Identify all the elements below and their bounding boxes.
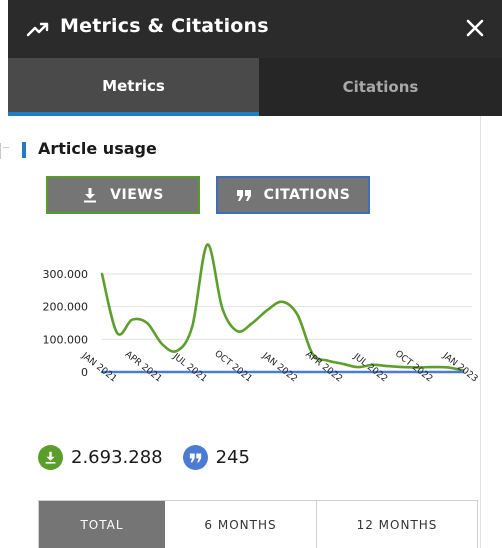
tab-citations[interactable]: Citations xyxy=(259,58,502,116)
citations-total-icon xyxy=(182,444,208,470)
tab-bar: Metrics Citations xyxy=(8,58,502,116)
quote-icon xyxy=(189,452,201,462)
views-toggle-button[interactable]: VIEWS xyxy=(46,176,200,214)
quote-icon xyxy=(236,190,251,201)
range-total-button[interactable]: TOTAL xyxy=(39,501,165,548)
y-tick-label: 0 xyxy=(81,366,88,379)
x-tick-label: JUL 2021 xyxy=(170,351,208,384)
time-range-selector: TOTAL 6 MONTHS 12 MONTHS xyxy=(38,500,478,548)
panel-title: Metrics & Citations xyxy=(60,15,269,37)
views-total-value: 2.693.288 xyxy=(71,446,163,468)
section-accent-bar xyxy=(22,142,26,158)
tab-metrics[interactable]: Metrics xyxy=(8,58,259,116)
views-series-line xyxy=(100,243,465,372)
panel-header: Metrics & Citations xyxy=(8,0,502,58)
y-tick-label: 300.000 xyxy=(43,268,89,281)
range-12-months-button[interactable]: 12 MONTHS xyxy=(317,501,477,548)
x-tick-label: APR 2021 xyxy=(123,350,164,385)
views-total-icon xyxy=(38,444,63,470)
panel-right-border xyxy=(480,116,481,548)
range-6-months-button[interactable]: 6 MONTHS xyxy=(165,501,317,548)
panel-edge-handle xyxy=(0,143,9,159)
y-tick-label: 200.000 xyxy=(43,301,89,314)
usage-summary: 2.693.288 245 xyxy=(38,444,250,470)
section-title: Article usage xyxy=(38,139,157,158)
download-icon xyxy=(45,451,56,464)
close-icon[interactable] xyxy=(462,14,488,42)
citations-total-value: 245 xyxy=(215,446,250,468)
x-tick-label: APR 2022 xyxy=(303,350,344,385)
x-tick-label: JAN 2022 xyxy=(259,351,298,385)
trending-up-icon xyxy=(26,22,49,37)
download-icon xyxy=(84,188,97,203)
usage-line-chart: 0100.000200.000300.000 JAN 2021 APR 2021 J… xyxy=(43,243,479,385)
citations-toggle-button[interactable]: CITATIONS xyxy=(216,176,370,214)
views-toggle-label: VIEWS xyxy=(110,187,164,203)
citations-toggle-label: CITATIONS xyxy=(263,187,351,203)
x-tick-label: OCT 2021 xyxy=(212,349,253,384)
y-tick-label: 100.000 xyxy=(43,333,89,346)
